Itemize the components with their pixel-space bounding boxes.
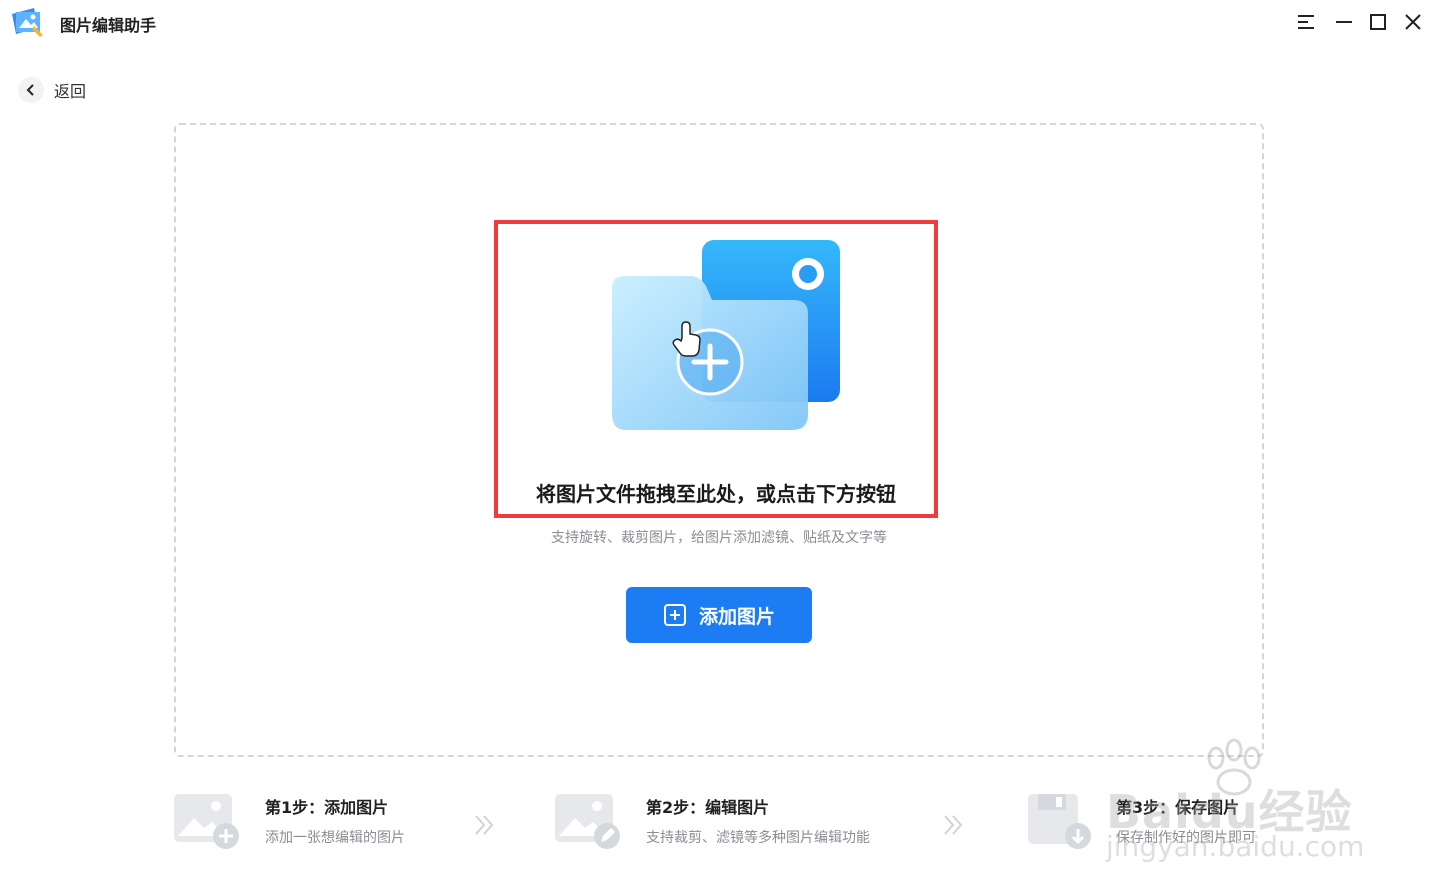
image-add-icon [174, 794, 239, 849]
maximize-icon [1370, 14, 1386, 30]
close-icon [1405, 14, 1421, 30]
save-icon [1028, 794, 1091, 849]
plus-square-icon [663, 604, 686, 626]
title-bar: 图片编辑助手 [0, 0, 1440, 44]
drop-zone-title: 将图片文件拖拽至此处，或点击下方按钮 [536, 482, 896, 506]
back-label: 返回 [54, 82, 87, 101]
step-2-title: 第2步：编辑图片 [646, 798, 770, 817]
minimize-button[interactable] [1332, 10, 1356, 34]
minimize-icon [1336, 21, 1352, 23]
step-1-desc: 添加一张想编辑的图片 [265, 830, 405, 846]
add-image-label: 添加图片 [698, 605, 775, 628]
step-1-title: 第1步：添加图片 [265, 798, 389, 817]
step-3-desc: 保存制作好的图片即可 [1116, 830, 1256, 846]
close-button[interactable] [1401, 10, 1425, 34]
app-logo-icon [12, 8, 43, 37]
step-2-desc: 支持裁剪、滤镜等多种图片编辑功能 [646, 830, 870, 846]
drop-zone-subtitle: 支持旋转、裁剪图片，给图片添加滤镜、贴纸及文字等 [551, 530, 887, 546]
back-button[interactable]: 返回 [18, 77, 86, 103]
chevron-left-icon [26, 84, 34, 96]
add-image-button[interactable]: 添加图片 [626, 587, 812, 643]
maximize-button[interactable] [1366, 10, 1390, 34]
back-circle [18, 77, 44, 103]
menu-button[interactable] [1294, 10, 1318, 34]
highlight-box [494, 220, 938, 518]
double-chevron-right-icon [475, 815, 494, 835]
image-edit-icon [555, 794, 620, 849]
double-chevron-right-icon [944, 815, 963, 835]
menu-icon [1298, 15, 1314, 29]
step-3-title: 第3步：保存图片 [1116, 798, 1240, 817]
app-title: 图片编辑助手 [60, 16, 157, 35]
